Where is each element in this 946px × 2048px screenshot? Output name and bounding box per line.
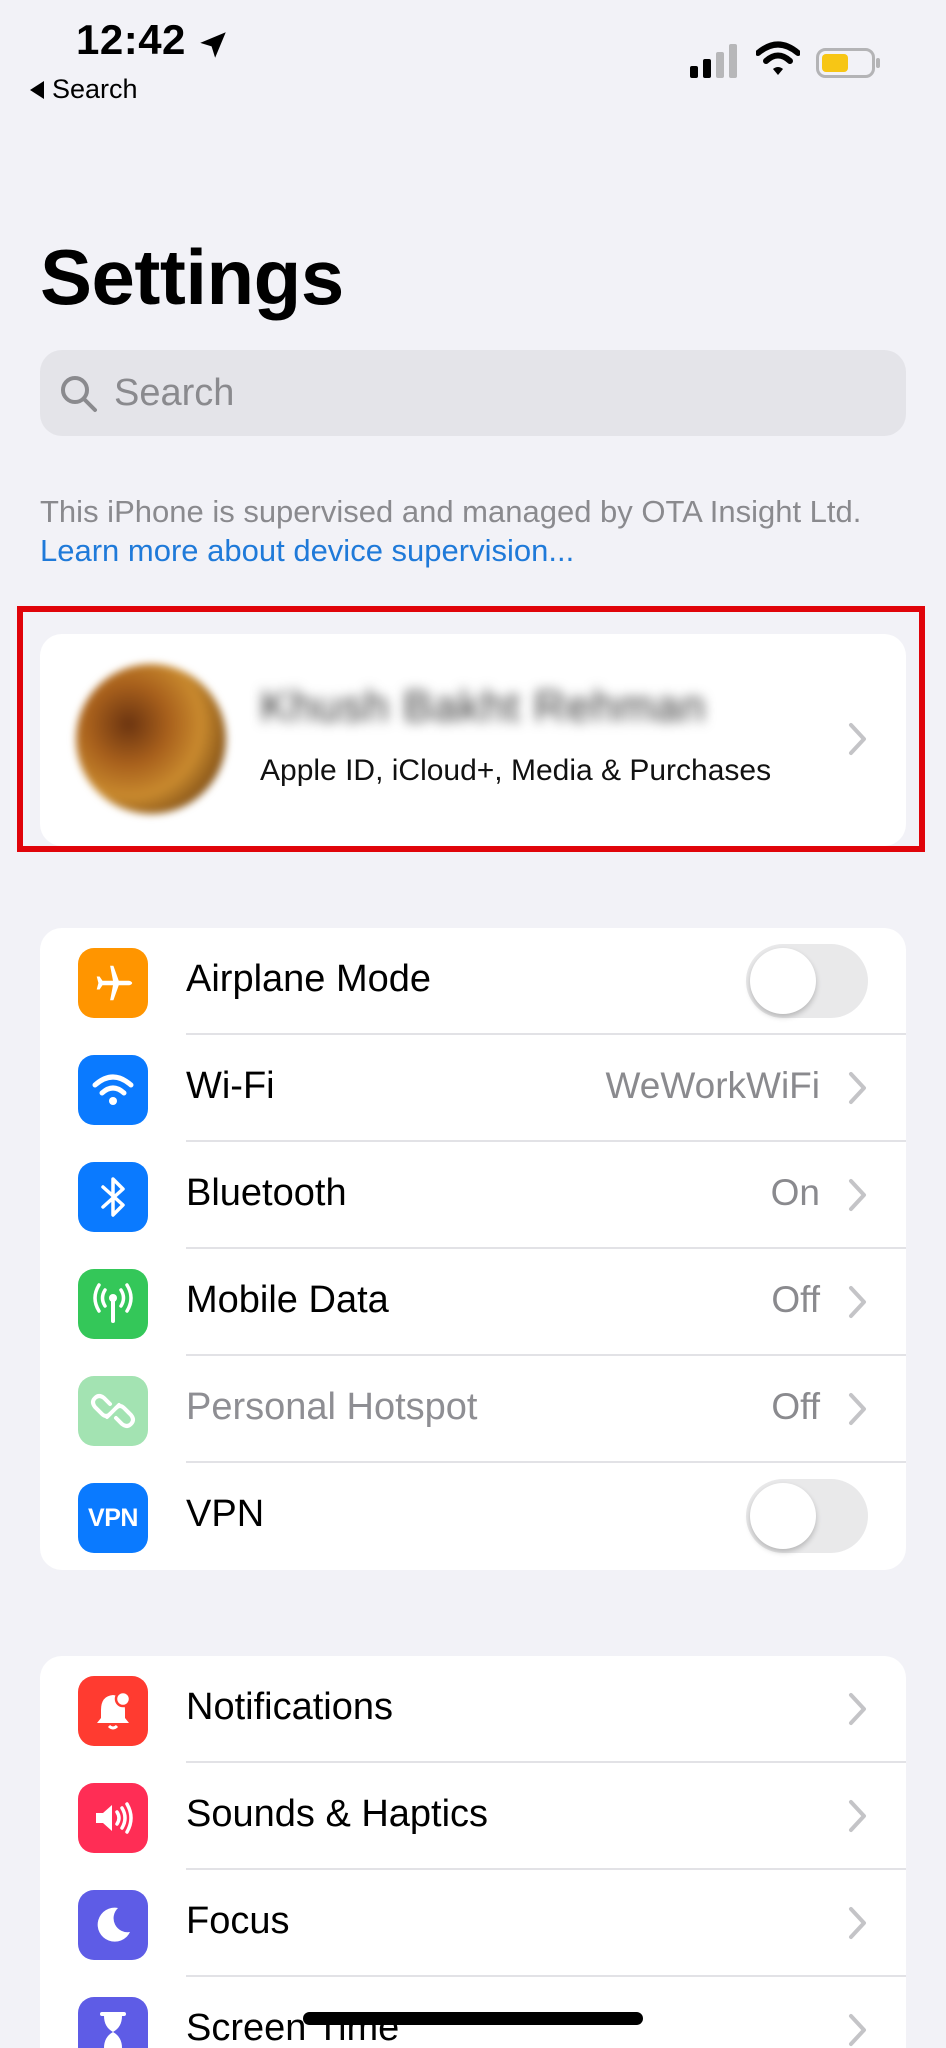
battery-icon — [816, 48, 880, 78]
chevron-right-icon — [849, 1800, 866, 1832]
speaker-icon — [78, 1783, 148, 1853]
airplane-icon — [78, 948, 148, 1018]
toggle-knob — [750, 948, 816, 1014]
row-label: Sounds & Haptics — [186, 1793, 489, 1835]
back-to-search-link[interactable]: Search — [30, 74, 138, 105]
location-arrow-icon — [200, 32, 226, 58]
chevron-right-icon — [849, 1072, 866, 1104]
row-label: Focus — [186, 1900, 290, 1942]
chevron-right-icon — [849, 1393, 866, 1425]
status-time: 12:42 — [76, 16, 186, 63]
search-bar[interactable] — [40, 350, 906, 436]
row-label: Notifications — [186, 1686, 393, 1728]
toggle-knob — [750, 1483, 816, 1549]
chevron-right-icon — [849, 2014, 866, 2046]
chevron-right-icon — [849, 1286, 866, 1318]
row-label: Wi-Fi — [186, 1065, 275, 1107]
home-indicator — [303, 2012, 643, 2025]
hotspot-icon — [78, 1376, 148, 1446]
row-value: Off — [771, 1279, 820, 1320]
supervision-notice: This iPhone is supervised and managed by… — [40, 492, 880, 570]
row-label: Airplane Mode — [186, 958, 432, 1000]
back-label: Search — [52, 74, 138, 104]
search-input[interactable] — [112, 370, 876, 416]
battery-level — [822, 54, 848, 72]
row-value: WeWorkWiFi — [605, 1065, 820, 1106]
supervision-link[interactable]: Learn more about device supervision... — [40, 533, 574, 568]
row-airplane-mode[interactable]: Airplane Mode — [40, 928, 906, 1035]
row-vpn[interactable]: VPN VPN — [40, 1463, 906, 1570]
row-notifications[interactable]: Notifications — [40, 1656, 906, 1763]
cellular-signal-icon — [690, 44, 737, 78]
general-group: Notifications Sounds & Haptics Focus Scr… — [40, 1656, 906, 2048]
row-focus[interactable]: Focus — [40, 1870, 906, 1977]
row-value: On — [770, 1172, 820, 1213]
wifi-status-icon — [756, 41, 800, 75]
chevron-right-icon — [849, 1179, 866, 1211]
supervision-text: This iPhone is supervised and managed by… — [40, 494, 862, 529]
row-label: Mobile Data — [186, 1279, 389, 1321]
row-bluetooth[interactable]: Bluetooth On — [40, 1142, 906, 1249]
hourglass-icon — [78, 1997, 148, 2048]
row-label: Bluetooth — [186, 1172, 347, 1214]
chevron-right-icon — [849, 1907, 866, 1939]
row-sounds-haptics[interactable]: Sounds & Haptics — [40, 1763, 906, 1870]
vpn-toggle[interactable] — [746, 1479, 868, 1553]
back-triangle-icon — [30, 80, 44, 99]
chevron-right-icon — [849, 1693, 866, 1725]
highlight-box — [17, 606, 925, 852]
row-mobile-data[interactable]: Mobile Data Off — [40, 1249, 906, 1356]
moon-icon — [78, 1890, 148, 1960]
row-label: VPN — [186, 1493, 265, 1535]
bluetooth-icon — [78, 1162, 148, 1232]
wifi-icon — [78, 1055, 148, 1125]
row-value: Off — [771, 1386, 820, 1427]
row-personal-hotspot[interactable]: Personal Hotspot Off — [40, 1356, 906, 1463]
search-icon — [61, 376, 97, 412]
vpn-icon-text: VPN — [88, 1503, 138, 1532]
row-label: Personal Hotspot — [186, 1386, 478, 1428]
connectivity-group: Airplane Mode Wi-Fi WeWorkWiFi Bluetooth… — [40, 928, 906, 1570]
vpn-icon: VPN — [78, 1483, 148, 1553]
page-title: Settings — [40, 233, 344, 321]
airplane-mode-toggle[interactable] — [746, 944, 868, 1018]
row-wifi[interactable]: Wi-Fi WeWorkWiFi — [40, 1035, 906, 1142]
antenna-icon — [78, 1269, 148, 1339]
bell-icon — [78, 1676, 148, 1746]
